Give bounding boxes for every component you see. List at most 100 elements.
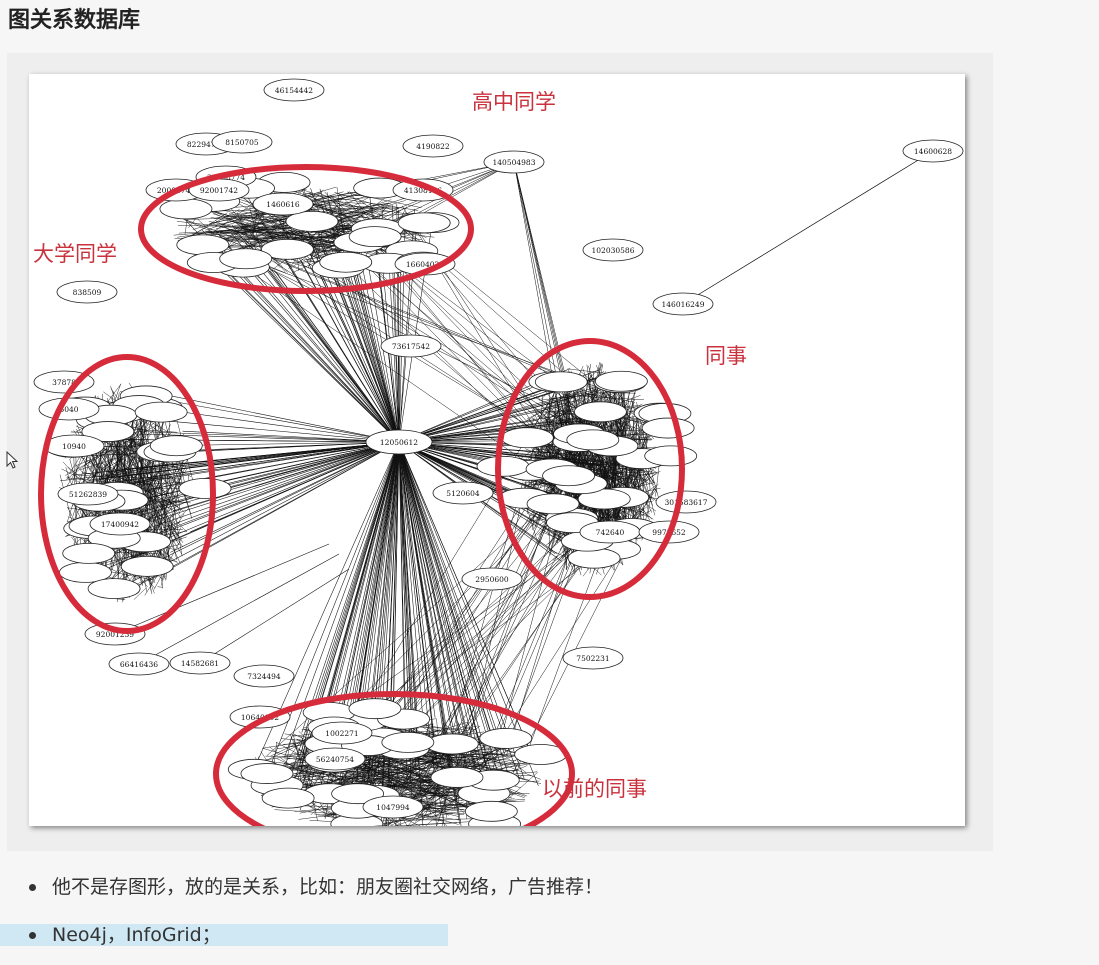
node-ellipse: [348, 698, 402, 720]
graph-node: [425, 733, 479, 755]
node-label: 12050612: [380, 438, 418, 447]
graph-node: 5040: [38, 397, 100, 421]
node-ellipse: [120, 555, 174, 577]
node-ellipse: [178, 478, 232, 499]
node-label: 51262839: [69, 490, 107, 499]
graph-node: 17400942: [89, 512, 151, 536]
node-ellipse: [348, 226, 402, 248]
node-ellipse: [594, 370, 648, 392]
graph-node: [542, 465, 595, 487]
label-former-colleagues: 以前的同事: [542, 777, 647, 801]
node-label: 5120604: [446, 489, 480, 498]
node-ellipse: [261, 787, 315, 809]
mouse-cursor-icon: [6, 451, 18, 469]
node-label: 8150705: [225, 138, 259, 147]
graph-node: [159, 198, 213, 220]
center-node: 12050612: [365, 429, 433, 455]
bullet-dot: [29, 932, 36, 939]
bullet-text: Neo4j，InfoGrid；: [52, 924, 221, 946]
node-ellipse: [62, 542, 116, 564]
node-label: 17400942: [101, 520, 139, 529]
cluster-edge: [406, 822, 458, 826]
graph-node: 146016249: [652, 292, 714, 316]
node-label: 1460616: [266, 200, 300, 209]
node-label: 838509: [73, 288, 102, 297]
node-ellipse: [430, 766, 484, 788]
graph-node: 5120604: [432, 481, 494, 505]
node-ellipse: [644, 445, 698, 467]
bullet-text: 他不是存图形，放的是关系，比如：朋友圈社交网络，广告推荐！: [52, 876, 604, 898]
node-ellipse: [500, 427, 554, 449]
node-label: 2950600: [475, 575, 509, 584]
bullet-item: 他不是存图形，放的是关系，比如：朋友圈社交网络，广告推荐！: [28, 872, 848, 902]
graph-node: 56240754: [304, 747, 366, 771]
graph-diagram: 4615444282294777 81507053200877420001742 9…: [33, 78, 964, 826]
node-ellipse: [566, 429, 620, 451]
node-label: 742640: [596, 528, 625, 537]
graph-node: 7324494: [233, 664, 295, 688]
node-label: 7502231: [576, 654, 609, 663]
node-ellipse: [397, 212, 451, 234]
graph-node: 73617542: [380, 334, 442, 358]
node-label: 102030586: [592, 246, 635, 255]
graph-node: [566, 429, 620, 451]
graph-node: 51262839: [57, 482, 119, 506]
node-label: 46154442: [275, 86, 313, 95]
graph-node: [348, 698, 402, 720]
graph-node: [120, 555, 174, 577]
node-ellipse: [479, 728, 533, 749]
node-label: 140504983: [493, 158, 536, 167]
graph-node: 4190822: [402, 134, 464, 158]
label-highschool: 高中同学: [472, 90, 556, 114]
label-colleagues: 同事: [705, 344, 747, 368]
node-label: 301583617: [665, 498, 708, 507]
spoke-edge: [275, 272, 400, 443]
node-ellipse: [159, 198, 213, 220]
node-label: 10940: [62, 442, 86, 451]
graph-edge: [682, 150, 934, 305]
graph-node: [240, 763, 294, 784]
graph-node: [261, 787, 315, 809]
node-ellipse: [574, 401, 627, 423]
graph-node: [176, 234, 230, 256]
node-ellipse: [641, 417, 695, 439]
graph-node: [574, 401, 627, 423]
graph-node: 301583617: [655, 490, 717, 514]
cross-edge: [401, 205, 549, 432]
graph-node: [178, 478, 232, 499]
node-ellipse: [425, 733, 479, 755]
node-ellipse: [134, 401, 188, 423]
node-label: 146016249: [662, 300, 705, 309]
graph-node: 102030586: [582, 238, 644, 262]
label-college: 大学同学: [33, 242, 117, 266]
graph-node: [500, 427, 554, 449]
graph-node: 8150705: [211, 130, 273, 154]
graph-node: 1047994: [362, 795, 424, 819]
graph-node: 46154442: [263, 78, 325, 102]
graph-node: 14582681: [169, 651, 231, 675]
node-ellipse: [176, 234, 230, 256]
node-ellipse: [149, 435, 203, 457]
graph-node: [594, 370, 648, 392]
graph-node: [134, 401, 188, 423]
graph-node: 1460616: [252, 192, 314, 216]
graph-node: [644, 445, 698, 467]
node-ellipse: [219, 248, 273, 270]
graph-node: 10940: [43, 434, 105, 458]
graph-node: [464, 800, 518, 822]
bullet-dot: [29, 884, 36, 891]
graph-node: [319, 251, 373, 273]
node-ellipse: [381, 731, 435, 753]
cluster-edge: [157, 586, 163, 588]
graph-node: 838509: [56, 280, 118, 304]
graph-node: [526, 493, 580, 515]
page-title: 图关系数据库: [8, 8, 141, 33]
node-ellipse: [87, 578, 141, 599]
node-label: 66416436: [120, 660, 158, 669]
node-label: 4190822: [416, 142, 450, 151]
graph-node: 2950600: [461, 567, 523, 591]
node-label: 92001742: [200, 186, 238, 195]
graph-node: [641, 417, 695, 439]
node-ellipse: [476, 455, 530, 477]
graph-node: [476, 455, 530, 477]
